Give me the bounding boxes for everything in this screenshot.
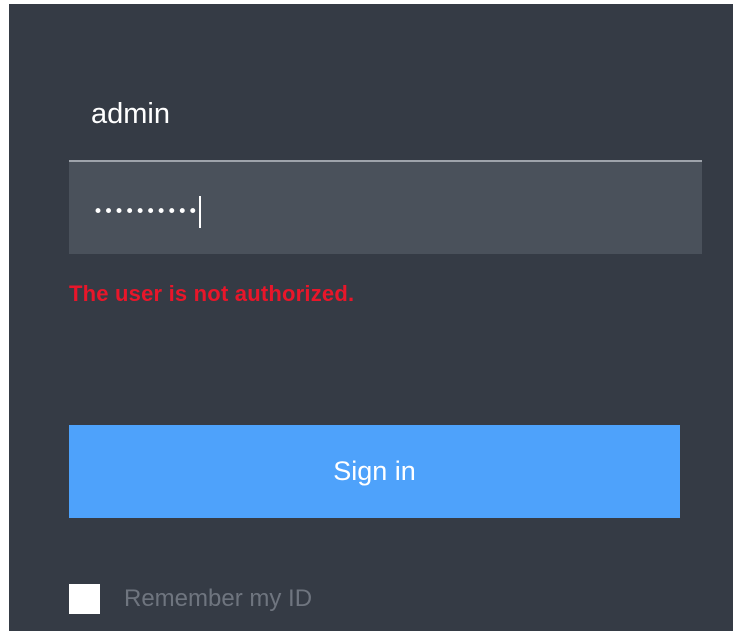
sign-in-button-label: Sign in — [333, 456, 416, 486]
remember-id-checkbox[interactable] — [69, 584, 100, 614]
text-caret — [199, 196, 202, 228]
error-message: The user is not authorized. — [69, 281, 355, 306]
password-masked-text: •••••••••• — [93, 202, 199, 222]
password-field[interactable]: •••••••••• — [69, 162, 702, 254]
username-field[interactable]: admin — [69, 90, 702, 162]
remember-id-label[interactable]: Remember my ID — [124, 585, 312, 613]
login-panel: admin •••••••••• The user is not authori… — [9, 4, 733, 631]
username-value: admin — [91, 98, 170, 130]
password-value: •••••••••• — [93, 196, 202, 228]
remember-id-row[interactable]: Remember my ID — [69, 582, 312, 616]
sign-in-button[interactable]: Sign in — [69, 425, 680, 518]
